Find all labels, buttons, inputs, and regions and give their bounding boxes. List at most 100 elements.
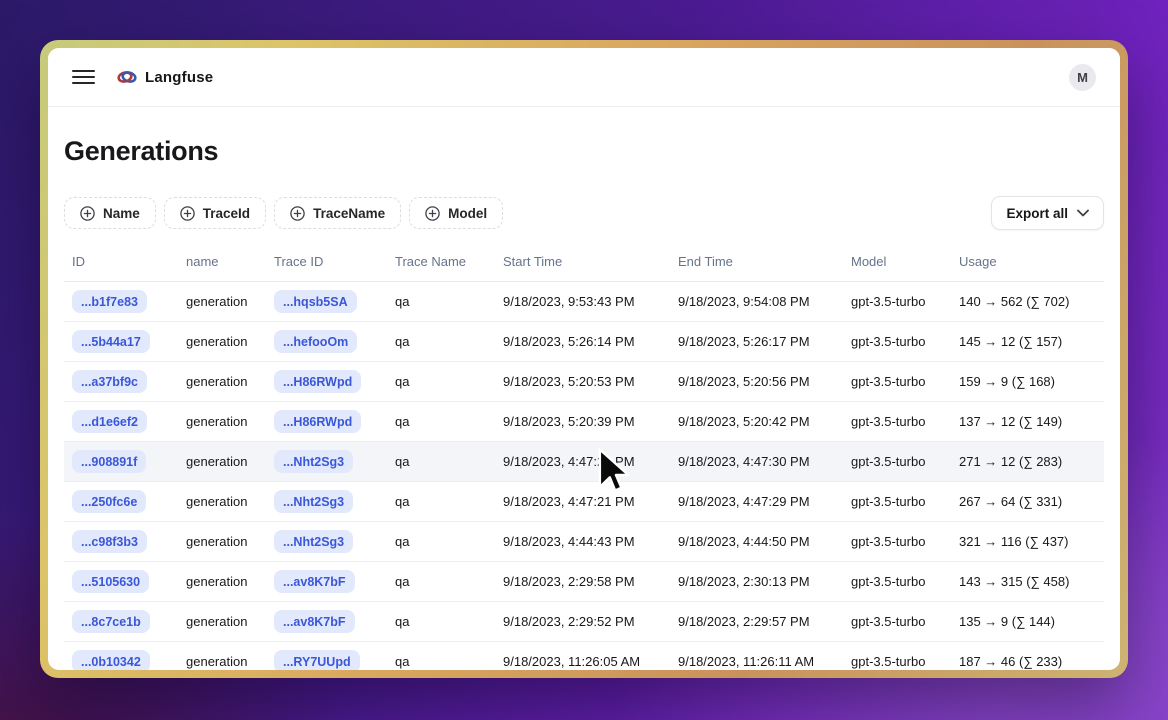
trace-id-badge[interactable]: ...Nht2Sg3 bbox=[274, 450, 353, 473]
cell-id: ...8c7ce1b bbox=[64, 610, 178, 633]
menu-icon[interactable] bbox=[72, 70, 95, 85]
cell-model: gpt-3.5-turbo bbox=[843, 574, 951, 589]
brand-name: Langfuse bbox=[145, 69, 213, 86]
cell-usage: 143 → 315 (∑ 458) bbox=[951, 574, 1104, 589]
app-window: Langfuse M Generations NameTraceIdTraceN… bbox=[48, 48, 1120, 670]
toolbar: Name TraceId TraceName Model Export all bbox=[64, 196, 1104, 230]
cell-id: ...d1e6ef2 bbox=[64, 410, 178, 433]
id-badge[interactable]: ...0b10342 bbox=[72, 650, 150, 670]
cell-name: generation bbox=[178, 334, 266, 349]
cell-trace-name: qa bbox=[387, 534, 495, 549]
table-row[interactable]: ...5105630generation...av8K7bFqa9/18/202… bbox=[64, 562, 1104, 602]
column-header-end-time: End Time bbox=[670, 254, 843, 269]
id-badge[interactable]: ...b1f7e83 bbox=[72, 290, 147, 313]
cell-start-time: 9/18/2023, 2:29:58 PM bbox=[495, 574, 670, 589]
table-row[interactable]: ...c98f3b3generation...Nht2Sg3qa9/18/202… bbox=[64, 522, 1104, 562]
table-row[interactable]: ...a37bf9cgeneration...H86RWpdqa9/18/202… bbox=[64, 362, 1104, 402]
column-header-trace-id: Trace ID bbox=[266, 254, 387, 269]
cell-trace-name: qa bbox=[387, 414, 495, 429]
filter-button-model[interactable]: Model bbox=[409, 197, 503, 229]
chevron-down-icon bbox=[1077, 209, 1089, 217]
window-frame: Langfuse M Generations NameTraceIdTraceN… bbox=[40, 40, 1128, 678]
table-body: ...b1f7e83generation...hqsb5SAqa9/18/202… bbox=[64, 282, 1104, 670]
trace-id-badge[interactable]: ...hqsb5SA bbox=[274, 290, 357, 313]
cell-name: generation bbox=[178, 294, 266, 309]
trace-id-badge[interactable]: ...Nht2Sg3 bbox=[274, 490, 353, 513]
table-row[interactable]: ...908891fgeneration...Nht2Sg3qa9/18/202… bbox=[64, 442, 1104, 482]
cell-trace-name: qa bbox=[387, 614, 495, 629]
table-row[interactable]: ...b1f7e83generation...hqsb5SAqa9/18/202… bbox=[64, 282, 1104, 322]
app-header: Langfuse M bbox=[48, 48, 1120, 107]
cell-name: generation bbox=[178, 534, 266, 549]
filter-button-tracename[interactable]: TraceName bbox=[274, 197, 401, 229]
table-row[interactable]: ...d1e6ef2 generation ...H86RWpd qa9/18/202… bbox=[64, 402, 1104, 442]
filter-button-label: TraceId bbox=[203, 206, 250, 221]
cell-model: gpt-3.5-turbo bbox=[843, 294, 951, 309]
cell-trace-name: qa bbox=[387, 374, 495, 389]
filter-button-label: Name bbox=[103, 206, 140, 221]
cell-usage: 267 → 64 (∑ 331) bbox=[951, 494, 1104, 509]
filter-button-label: Model bbox=[448, 206, 487, 221]
cell-id: ...5105630 bbox=[64, 570, 178, 593]
cell-model: gpt-3.5-turbo bbox=[843, 534, 951, 549]
cell-name: generation bbox=[178, 494, 266, 509]
id-badge[interactable]: ...5b44a17 bbox=[72, 330, 150, 353]
cell-usage: 135 → 9 (∑ 144) bbox=[951, 614, 1104, 629]
trace-id-badge[interactable]: ...RY7UUpd bbox=[274, 650, 360, 670]
trace-id-badge[interactable]: ...H86RWpd bbox=[274, 370, 361, 393]
column-header-usage: Usage bbox=[951, 254, 1104, 269]
cell-start-time: 9/18/2023, 5:26:14 PM bbox=[495, 334, 670, 349]
cell-id: ...250fc6e bbox=[64, 490, 178, 513]
trace-id-badge[interactable]: ...av8K7bF bbox=[274, 570, 355, 593]
cell-usage: 321 → 116 (∑ 437) bbox=[951, 534, 1104, 549]
cell-end-time: 9/18/2023, 5:26:17 PM bbox=[670, 334, 843, 349]
column-header-trace-name: Trace Name bbox=[387, 254, 495, 269]
id-badge[interactable]: ...908891f bbox=[72, 450, 146, 473]
filter-button-name[interactable]: Name bbox=[64, 197, 156, 229]
table-row[interactable]: ...5b44a17generation...hefooOmqa9/18/202… bbox=[64, 322, 1104, 362]
trace-id-badge[interactable]: ...av8K7bF bbox=[274, 610, 355, 633]
export-all-button[interactable]: Export all bbox=[991, 196, 1104, 230]
id-badge[interactable]: ...d1e6ef2 bbox=[72, 410, 147, 433]
trace-id-badge[interactable]: ...H86RWpd bbox=[274, 410, 361, 433]
cell-trace-id: ...H86RWpd bbox=[266, 410, 387, 433]
filter-button-traceid[interactable]: TraceId bbox=[164, 197, 266, 229]
export-all-label: Export all bbox=[1006, 206, 1068, 221]
table-row[interactable]: ...250fc6e generation ...Nht2Sg3 qa 9/18/202… bbox=[64, 482, 1104, 522]
generations-table: IDnameTrace IDTrace NameStart TimeEnd Ti… bbox=[64, 241, 1104, 670]
id-badge[interactable]: ...c98f3b3 bbox=[72, 530, 147, 553]
cell-usage: 271 → 12 (∑ 283) bbox=[951, 454, 1104, 469]
table-row[interactable]: ...0b10342generation...RY7UUpdqa9/18/202… bbox=[64, 642, 1104, 670]
cell-start-time: 9/18/2023, 9:53:43 PM bbox=[495, 294, 670, 309]
cell-usage: 140 → 562 (∑ 702) bbox=[951, 294, 1104, 309]
id-badge[interactable]: ...250fc6e bbox=[72, 490, 146, 513]
id-badge[interactable]: ...a37bf9c bbox=[72, 370, 147, 393]
trace-id-badge[interactable]: ...Nht2Sg3 bbox=[274, 530, 353, 553]
cell-usage: 187 → 46 (∑ 233) bbox=[951, 654, 1104, 669]
cell-start-time: 9/18/2023, 5:20:53 PM bbox=[495, 374, 670, 389]
plus-circle-icon bbox=[80, 206, 95, 221]
cell-end-time: 9/18/2023, 4:47:29 PM bbox=[670, 494, 843, 509]
id-badge[interactable]: ...8c7ce1b bbox=[72, 610, 150, 633]
column-header-start-time: Start Time bbox=[495, 254, 670, 269]
cell-trace-id: ...hefooOm bbox=[266, 330, 387, 353]
avatar[interactable]: M bbox=[1069, 64, 1096, 91]
cell-id: ...a37bf9c bbox=[64, 370, 178, 393]
cell-start-time: 9/18/2023, 5:20:39 PM bbox=[495, 414, 670, 429]
cell-model: gpt-3.5-turbo bbox=[843, 654, 951, 669]
id-badge[interactable]: ...5105630 bbox=[72, 570, 149, 593]
cell-end-time: 9/18/2023, 11:26:11 AM bbox=[670, 654, 843, 669]
cell-end-time: 9/18/2023, 5:20:56 PM bbox=[670, 374, 843, 389]
cell-usage: 145 → 12 (∑ 157) bbox=[951, 334, 1104, 349]
brand: Langfuse bbox=[117, 69, 213, 86]
plus-circle-icon bbox=[425, 206, 440, 221]
table-row[interactable]: ...8c7ce1bgeneration...av8K7bFqa9/18/202… bbox=[64, 602, 1104, 642]
cell-end-time: 9/18/2023, 2:29:57 PM bbox=[670, 614, 843, 629]
cell-trace-name: qa bbox=[387, 334, 495, 349]
cell-trace-name: qa bbox=[387, 494, 495, 509]
cell-name: generation bbox=[178, 574, 266, 589]
trace-id-badge[interactable]: ...hefooOm bbox=[274, 330, 357, 353]
cell-name: generation bbox=[178, 454, 266, 469]
cell-usage: 137 → 12 (∑ 149) bbox=[951, 414, 1104, 429]
cell-name: generation bbox=[178, 414, 266, 429]
